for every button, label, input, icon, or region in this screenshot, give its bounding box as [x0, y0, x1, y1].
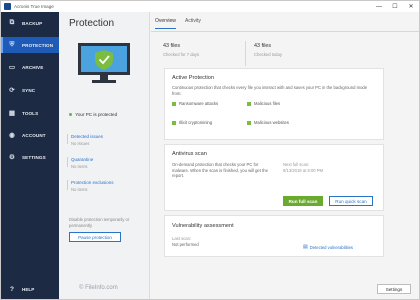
stat-label: Checked today	[254, 52, 282, 57]
sidebar-item-label: HELP	[22, 286, 35, 292]
exclusions-count: No items	[71, 187, 88, 192]
run-full-scan-button[interactable]: Run full scan	[283, 196, 323, 206]
protected-monitor-icon	[78, 43, 130, 83]
feature-label: Ransomware attacks	[179, 101, 219, 106]
maximize-button[interactable]: ☐	[387, 1, 403, 12]
watermark: © FileInfo.com	[79, 285, 118, 291]
feature-label: Illicit cryptomining	[179, 120, 213, 125]
stat-label: Checked for 7 days	[163, 52, 200, 57]
protection-panel: Protection Your PC is protected Detected…	[59, 12, 150, 299]
window-title: Acronis True Image	[14, 4, 54, 9]
backup-icon: ⧉	[9, 19, 15, 26]
stat-today: 43 files Checked today	[245, 41, 327, 66]
sidebar-item-label: PROTECTION	[22, 42, 54, 48]
card-title: Active Protection	[172, 75, 214, 81]
quarantine-link[interactable]: Quarantine	[71, 157, 93, 162]
tab-overview[interactable]: Overview	[155, 18, 176, 29]
sidebar-item-backup[interactable]: ⧉ BACKUP	[1, 15, 59, 31]
detected-issues-link[interactable]: Detected issues	[71, 134, 103, 139]
main-content: Overview Activity 43 files Checked for 7…	[151, 12, 419, 299]
run-quick-scan-button[interactable]: Run quick scan	[329, 196, 373, 206]
sidebar-item-label: TOOLS	[22, 110, 39, 116]
sidebar-item-label: BACKUP	[22, 20, 43, 26]
sidebar-item-settings[interactable]: ⚙ SETTINGS	[1, 149, 59, 165]
scan-stats: 43 files Checked for 7 days 43 files Che…	[163, 41, 389, 66]
card-title: Antivirus scan	[172, 151, 207, 157]
sidebar-item-tools[interactable]: ▦ TOOLS	[1, 105, 59, 121]
protection-status: Your PC is protected	[69, 112, 117, 117]
feature-label: Malicious websites	[254, 120, 289, 125]
sync-icon: ⟳	[9, 87, 15, 94]
next-scan-value: 9/13/2019 at 6:00 PM	[283, 168, 324, 173]
feature-item: Illicit cryptomining	[172, 120, 212, 125]
card-description: On-demand protection that checks your PC…	[172, 162, 268, 179]
card-title: Vulnerability assessment	[172, 223, 234, 229]
account-icon: ◉	[9, 132, 15, 139]
status-ok-icon	[69, 112, 73, 117]
card-description: Continuous protection that checks every …	[172, 85, 368, 96]
vulnerability-card: Vulnerability assessment Last scan: Not …	[164, 215, 384, 257]
shield-icon: ⛨	[9, 41, 15, 48]
quarantine-count: No items	[71, 164, 88, 169]
help-icon: ?	[10, 285, 14, 293]
app-logo-icon	[4, 3, 11, 10]
tab-bar: Overview Activity	[151, 12, 419, 32]
link-label: Detected vulnerabilities	[309, 244, 354, 250]
disable-protection-text: Disable protection temporarily or perman…	[69, 217, 130, 228]
sidebar-item-label: ARCHIVE	[22, 64, 44, 70]
last-scan-label: Last scan:	[172, 236, 192, 241]
minimize-button[interactable]: —	[371, 1, 387, 12]
antivirus-scan-card: Antivirus scan On-demand protection that…	[164, 144, 384, 211]
archive-icon: ▭	[8, 64, 16, 71]
divider	[67, 157, 68, 167]
pause-protection-button[interactable]: Pause protection	[69, 232, 121, 242]
list-icon: ▤	[303, 244, 308, 250]
sidebar: ⧉ BACKUP ⛨ PROTECTION ▭ ARCHIVE ⟳ SYNC ▦…	[1, 12, 59, 299]
divider	[67, 180, 68, 190]
sidebar-item-archive[interactable]: ▭ ARCHIVE	[1, 59, 59, 75]
feature-item: Malicious websites	[247, 120, 289, 125]
status-text: Your PC is protected	[75, 112, 118, 117]
sidebar-item-label: ACCOUNT	[22, 132, 46, 138]
sidebar-item-label: SETTINGS	[22, 154, 46, 160]
sidebar-item-help[interactable]: ? HELP	[1, 283, 59, 295]
stat-value: 43 files	[254, 43, 272, 49]
window-controls: — ☐ ✕	[371, 1, 419, 12]
sidebar-item-protection[interactable]: ⛨ PROTECTION	[1, 37, 59, 53]
protection-exclusions-link[interactable]: Protection exclusions	[71, 180, 114, 185]
sidebar-item-sync[interactable]: ⟳ SYNC	[1, 82, 59, 98]
check-icon	[247, 120, 251, 125]
title-bar: Acronis True Image — ☐ ✕	[1, 1, 419, 12]
last-scan-value: Not performed	[172, 242, 199, 247]
gear-icon: ⚙	[9, 154, 15, 161]
active-protection-card: Active Protection Continuous protection …	[164, 68, 384, 140]
check-icon	[172, 120, 176, 125]
settings-button[interactable]: Settings	[377, 284, 411, 294]
detected-issues-count: No issues	[71, 141, 90, 146]
check-icon	[172, 101, 176, 106]
app-window: Acronis True Image — ☐ ✕ ⧉ BACKUP ⛨ PROT…	[0, 0, 420, 300]
feature-label: Malicious files	[254, 101, 281, 106]
tab-activity[interactable]: Activity	[185, 18, 201, 28]
page-title: Protection	[69, 18, 115, 29]
tools-icon: ▦	[8, 110, 16, 117]
sidebar-item-account[interactable]: ◉ ACCOUNT	[1, 127, 59, 143]
next-scan-label: Next full scan:	[283, 162, 310, 167]
feature-item: Ransomware attacks	[172, 101, 220, 106]
divider	[67, 134, 68, 144]
detected-vulnerabilities-link[interactable]: ▤ Detected vulnerabilities	[303, 244, 353, 250]
stat-value: 43 files	[163, 43, 181, 49]
stat-week: 43 files Checked for 7 days	[163, 41, 245, 66]
close-button[interactable]: ✕	[403, 1, 419, 12]
sidebar-item-label: SYNC	[22, 87, 36, 93]
feature-item: Malicious files	[247, 101, 280, 106]
check-icon	[247, 101, 251, 106]
